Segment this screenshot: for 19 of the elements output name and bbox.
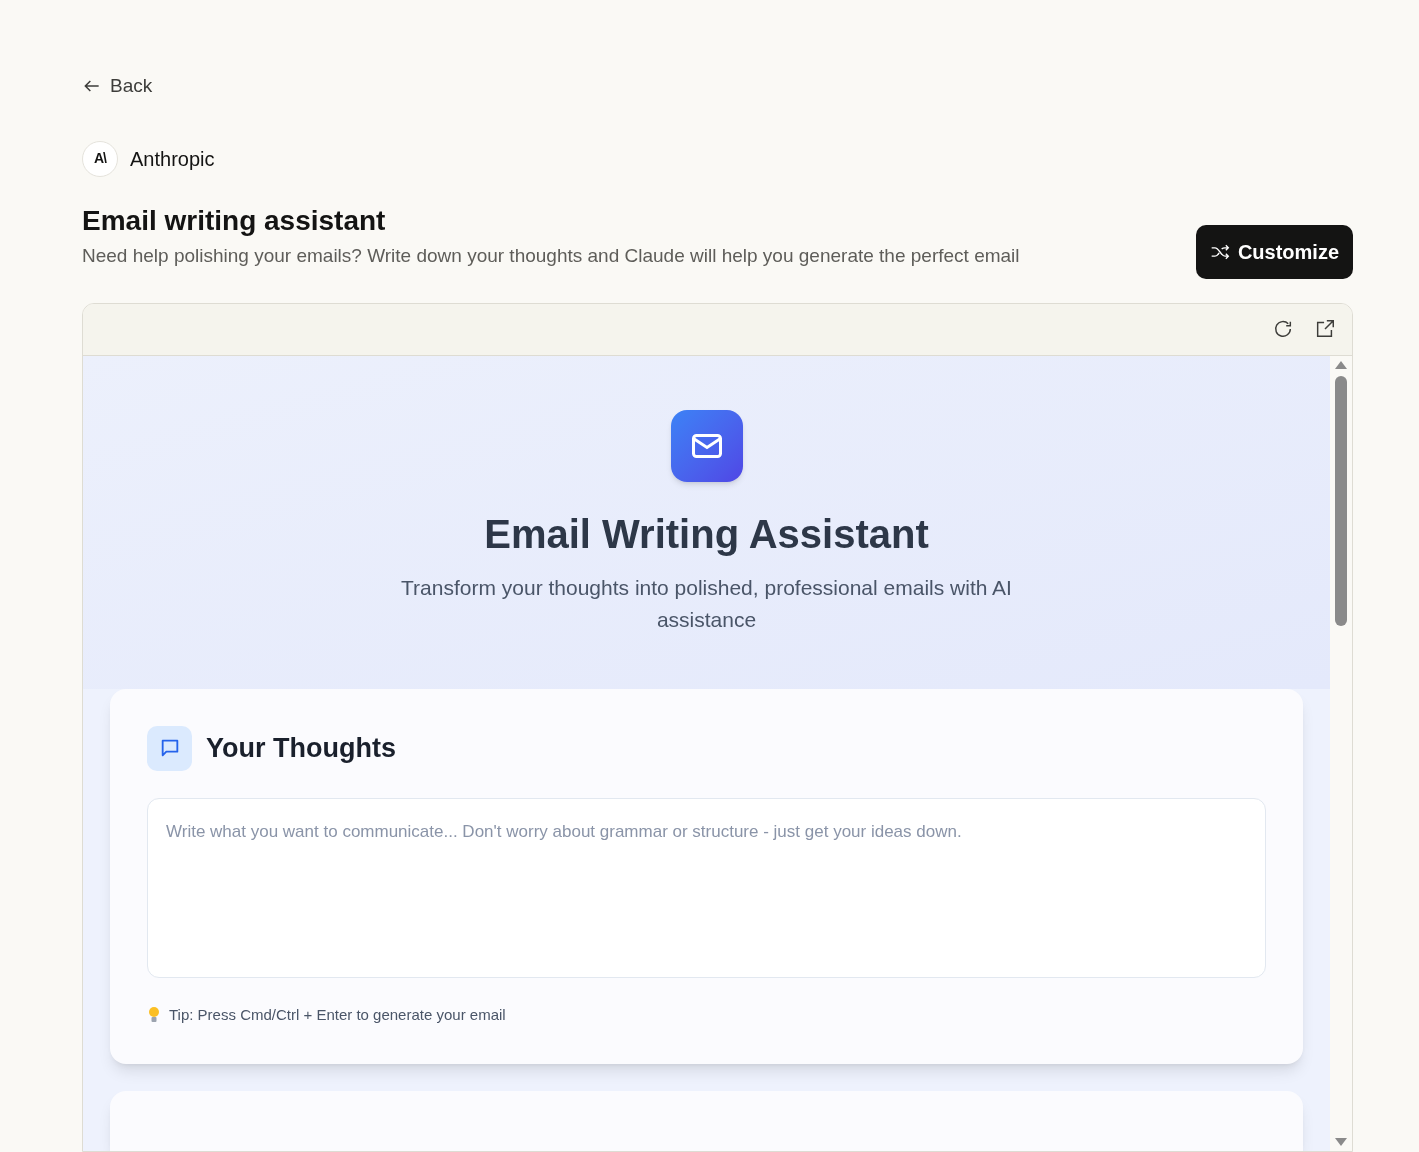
envelope-icon bbox=[670, 409, 743, 482]
hero-subtitle: Transform your thoughts into polished, professional emails with AI assistance bbox=[400, 574, 1013, 633]
chat-bubble-icon bbox=[147, 725, 192, 771]
scroll-up-icon[interactable] bbox=[1334, 359, 1348, 370]
publisher-logo: A\ bbox=[82, 140, 118, 177]
scroll-down-icon[interactable] bbox=[1334, 1137, 1348, 1147]
card-title: Your Thoughts bbox=[206, 731, 396, 765]
publisher-name: Anthropic bbox=[130, 146, 215, 172]
scrollbar-thumb[interactable] bbox=[1335, 375, 1347, 626]
customize-button[interactable]: Customize bbox=[1195, 224, 1353, 279]
tip-text: Tip: Press Cmd/Ctrl + Enter to generate your email bbox=[169, 1004, 506, 1025]
lightbulb-icon bbox=[147, 1005, 161, 1024]
refresh-icon[interactable] bbox=[1272, 318, 1294, 340]
back-link[interactable]: Back bbox=[82, 72, 153, 101]
external-link-icon[interactable] bbox=[1314, 318, 1336, 340]
thoughts-field[interactable]: Write what you want to communicate... Don't worry about grammar or structure - just get your ideas down. bbox=[147, 797, 1266, 978]
page-title: Email writing assistant bbox=[82, 203, 387, 238]
page-description: Need help polishing your emails? Write down your thoughts and Claude will help you generate the perfect email bbox=[82, 243, 1020, 268]
hero-title: Email Writing Assistant bbox=[484, 510, 929, 558]
